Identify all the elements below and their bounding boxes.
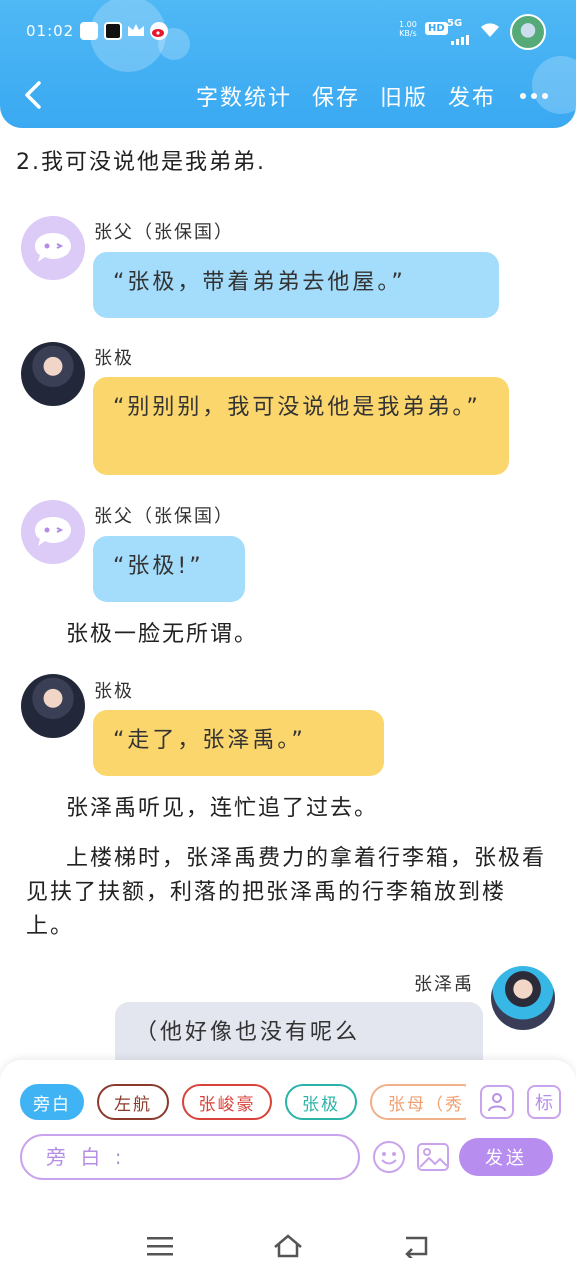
emoji-icon[interactable] — [372, 1140, 406, 1174]
more-icon[interactable] — [520, 93, 548, 99]
old-version-button[interactable]: 旧版 — [380, 80, 428, 112]
back-button[interactable] — [18, 78, 48, 112]
net-speed-unit: KB/s — [399, 29, 417, 38]
clock: 01:02 — [26, 22, 75, 40]
hd-badge: HD — [425, 22, 448, 35]
crown-icon — [126, 21, 146, 43]
role-chip[interactable]: 张母（秀 — [370, 1084, 466, 1120]
chapter-line: 2.我可没说他是我弟弟. — [16, 150, 266, 175]
narration-text[interactable]: 张泽禹听见，连忙追了过去。 — [66, 792, 378, 826]
app-header: 01:02 1.00 KB/s HD 5G 字数统计 保存 旧版 发布 — [0, 0, 576, 128]
app-notification-icon — [104, 22, 122, 40]
wifi-icon — [480, 22, 500, 42]
avatar[interactable] — [21, 216, 85, 280]
avatar[interactable] — [21, 500, 85, 564]
image-icon[interactable] — [416, 1140, 450, 1174]
speaker-name: 张父（张保国） — [94, 506, 234, 527]
home-icon[interactable] — [272, 1230, 304, 1262]
story-content[interactable]: 2.我可没说他是我弟弟. 张父（张保国） “张极，带着弟弟去他屋。” 张极 “别… — [0, 128, 576, 1060]
net-speed-value: 1.00 — [399, 20, 417, 29]
dialogue-bubble[interactable]: “张极，带着弟弟去他屋。” — [93, 252, 499, 318]
role-chip-narration[interactable]: 旁白 — [20, 1084, 84, 1120]
narration-text[interactable]: 张极一脸无所谓。 — [66, 618, 258, 652]
role-manage-icon[interactable] — [480, 1085, 514, 1119]
tag-icon[interactable]: 标 — [527, 1085, 561, 1119]
network-type: 5G — [447, 18, 463, 29]
dialogue-bubble[interactable]: “别别别，我可没说他是我弟弟。” — [93, 377, 509, 475]
system-navigation-bar — [0, 1212, 576, 1280]
speaker-name: 张极 — [94, 681, 134, 702]
avatar[interactable] — [491, 966, 555, 1030]
signal-icon — [451, 30, 473, 49]
role-chip[interactable]: 张极 — [285, 1084, 357, 1120]
dialogue-bubble[interactable]: （他好像也没有呢么 — [115, 1002, 483, 1060]
chat-bubble-icon — [35, 233, 71, 262]
menu-icon[interactable] — [144, 1230, 176, 1262]
send-button[interactable]: 发送 — [459, 1138, 553, 1176]
role-chip[interactable]: 张峻豪 — [182, 1084, 272, 1120]
dialogue-bubble[interactable]: “张极!” — [93, 536, 245, 602]
network-speed: 1.00 KB/s — [399, 20, 417, 38]
chat-bubble-icon — [35, 517, 71, 546]
speaker-name: 张极 — [94, 348, 134, 369]
publish-button[interactable]: 发布 — [448, 80, 496, 112]
toolbar-actions: 字数统计 保存 旧版 发布 — [196, 80, 548, 112]
user-avatar[interactable] — [510, 14, 546, 50]
role-chip[interactable]: 左航 — [97, 1084, 169, 1120]
avatar[interactable] — [21, 674, 85, 738]
compose-panel: 旁白 左航 张峻豪 张极 张母（秀 标 发送 — [0, 1060, 576, 1212]
weibo-icon — [150, 22, 168, 40]
status-bar: 01:02 1.00 KB/s HD 5G — [0, 14, 576, 50]
avatar[interactable] — [21, 342, 85, 406]
speaker-name: 张泽禹 — [414, 974, 474, 995]
narration-text[interactable]: 上楼梯时，张泽禹费力的拿着行李箱，张极看见扶了扶额，利落的把张泽禹的行李箱放到楼… — [26, 842, 546, 944]
back-icon[interactable] — [400, 1230, 432, 1262]
narration-input[interactable] — [20, 1134, 360, 1180]
word-count-button[interactable]: 字数统计 — [196, 80, 292, 112]
role-selector[interactable]: 旁白 左航 张峻豪 张极 张母（秀 — [20, 1084, 466, 1120]
speaker-name: 张父（张保国） — [94, 222, 234, 243]
save-button[interactable]: 保存 — [312, 80, 360, 112]
chevron-left-icon — [25, 81, 41, 109]
dialogue-bubble[interactable]: “走了，张泽禹。” — [93, 710, 384, 776]
mail-icon — [80, 22, 98, 40]
editor-toolbar: 字数统计 保存 旧版 发布 — [0, 70, 576, 120]
